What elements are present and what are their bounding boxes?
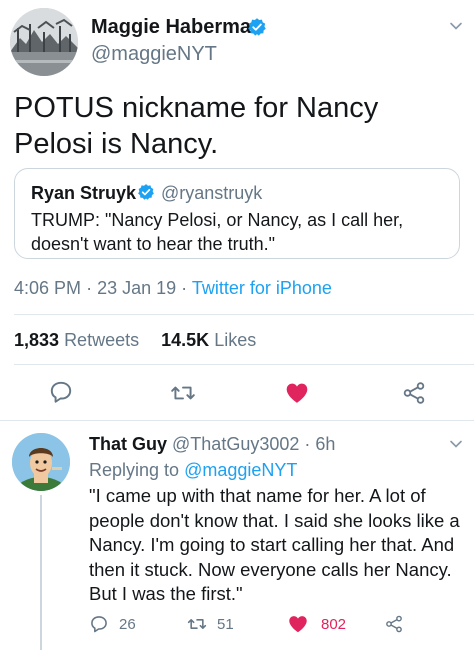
retweets-count[interactable]: 1,833 — [14, 330, 59, 350]
reply-time-ago: 6h — [315, 434, 336, 454]
reply-author-name[interactable]: That Guy — [89, 434, 167, 454]
author-avatar[interactable] — [10, 8, 78, 76]
chevron-down-icon[interactable] — [449, 19, 463, 33]
author-name[interactable]: Maggie Haberman — [91, 16, 263, 39]
quoted-author-handle: @ryanstruyk — [161, 183, 263, 203]
quoted-author-name: Ryan Struyk — [31, 183, 137, 203]
chevron-down-icon[interactable] — [449, 437, 463, 451]
reply-share-button[interactable] — [384, 612, 414, 636]
replying-to-mention[interactable]: @maggieNYT — [184, 460, 297, 480]
reply-author-handle[interactable]: @ThatGuy3002 — [172, 434, 299, 454]
quoted-tweet-text: TRUMP: "Nancy Pelosi, or Nancy, as I cal… — [31, 210, 404, 254]
share-icon — [386, 615, 402, 633]
thread-line — [40, 495, 42, 650]
reply-icon — [91, 616, 107, 633]
reply-retweet-button[interactable]: 51 — [187, 612, 234, 636]
tweet-stats: 1,833 Retweets 14.5K Likes — [14, 330, 256, 351]
author-handle[interactable]: @maggieNYT — [91, 43, 217, 66]
replying-to: Replying to @maggieNYT — [89, 460, 297, 481]
tweet-source-link[interactable]: Twitter for iPhone — [192, 278, 332, 298]
reply-reply-button[interactable]: 26 — [89, 612, 136, 636]
reply-like-button[interactable]: 802 — [287, 612, 346, 636]
likes-count[interactable]: 14.5K — [161, 330, 209, 350]
divider — [14, 314, 474, 315]
reply-replies-count: 26 — [119, 615, 136, 633]
reply-likes-count: 802 — [321, 615, 347, 633]
reply-icon[interactable] — [48, 379, 74, 405]
divider — [0, 420, 474, 421]
divider — [14, 364, 474, 365]
share-icon[interactable] — [401, 380, 427, 406]
heart-icon — [289, 616, 307, 633]
retweet-icon — [187, 619, 207, 629]
verified-badge-icon — [248, 18, 266, 36]
retweets-label[interactable]: Retweets — [64, 330, 139, 350]
tweet-time: 4:06 PM — [14, 278, 82, 298]
tweet-timestamp: 4:06 PM · 23 Jan 19 · Twitter for iPhone — [14, 278, 332, 299]
reply-retweets-count: 51 — [217, 615, 234, 633]
reply-text: "I came up with that name for her. A lot… — [89, 485, 460, 604]
heart-icon[interactable] — [284, 380, 310, 406]
reply-author-avatar[interactable] — [12, 433, 70, 491]
meta-separator: · — [181, 278, 192, 298]
quoted-tweet[interactable]: Ryan Struyk @ryanstruyk TRUMP: "Nancy Pe… — [14, 168, 460, 259]
likes-label[interactable]: Likes — [214, 330, 256, 350]
retweet-icon[interactable] — [170, 380, 196, 406]
tweet-date: 23 Jan 19 — [97, 278, 177, 298]
tweet-text: POTUS nickname for Nancy Pelosi is Nancy… — [14, 92, 379, 160]
meta-separator: · — [304, 434, 311, 454]
replying-to-label: Replying to — [89, 460, 180, 480]
reply-header: That Guy @ThatGuy3002 · 6h — [89, 434, 335, 455]
verified-badge-icon — [138, 184, 154, 200]
meta-separator: · — [86, 278, 98, 298]
